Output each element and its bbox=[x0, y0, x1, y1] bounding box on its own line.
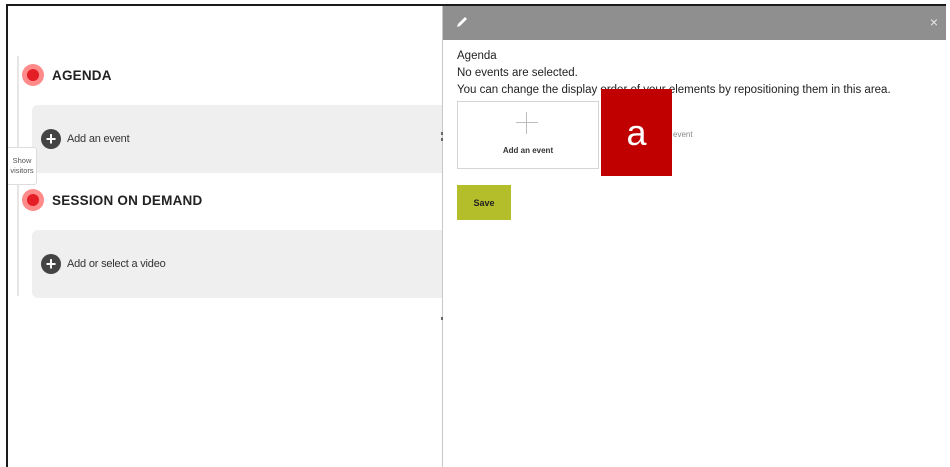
show-visitors-line-1: Show bbox=[12, 156, 32, 165]
plus-icon bbox=[516, 112, 538, 134]
record-icon bbox=[22, 64, 44, 86]
section-title-agenda: AGENDA bbox=[52, 67, 112, 83]
instruction-text: You can change the display order of your… bbox=[457, 84, 891, 96]
close-icon[interactable]: × bbox=[930, 14, 938, 30]
add-video-dropzone[interactable]: + Add or select a video bbox=[32, 230, 442, 298]
add-event-label[interactable]: Add an event bbox=[67, 133, 130, 145]
ghost-widget-label: event bbox=[673, 130, 693, 139]
editor-pane: AGENDA + Add an event SESSION ON DEMAND … bbox=[8, 6, 442, 467]
modal-title: Agenda bbox=[457, 50, 497, 62]
show-visitors-line-2: visitors bbox=[10, 166, 34, 175]
widget-area: Add an event event bbox=[457, 101, 937, 169]
agenda-section-header[interactable]: AGENDA bbox=[22, 61, 442, 89]
save-button[interactable]: Save bbox=[457, 185, 511, 220]
add-event-card[interactable]: Add an event bbox=[457, 101, 599, 169]
modal-body: Agenda No events are selected. You can c… bbox=[457, 48, 937, 220]
modal-header: × bbox=[443, 6, 946, 40]
plus-circle-icon[interactable]: + bbox=[41, 254, 61, 274]
app-window: AGENDA + Add an event SESSION ON DEMAND … bbox=[6, 4, 946, 467]
show-visitors-tab[interactable]: Show visitors bbox=[8, 147, 37, 185]
add-event-dropzone[interactable]: + Add an event bbox=[32, 105, 442, 173]
add-event-card-label: Add an event bbox=[502, 146, 554, 155]
record-icon bbox=[22, 189, 44, 211]
callout-marker-a: a bbox=[601, 89, 672, 176]
section-title-session-on-demand: SESSION ON DEMAND bbox=[52, 192, 203, 208]
add-video-label[interactable]: Add or select a video bbox=[67, 258, 166, 270]
agenda-edit-modal: × Agenda No events are selected. You can… bbox=[443, 6, 946, 467]
session-on-demand-section-header[interactable]: SESSION ON DEMAND bbox=[22, 186, 442, 214]
empty-state-text: No events are selected. bbox=[457, 67, 578, 79]
pencil-icon bbox=[457, 17, 467, 27]
plus-circle-icon[interactable]: + bbox=[41, 129, 61, 149]
